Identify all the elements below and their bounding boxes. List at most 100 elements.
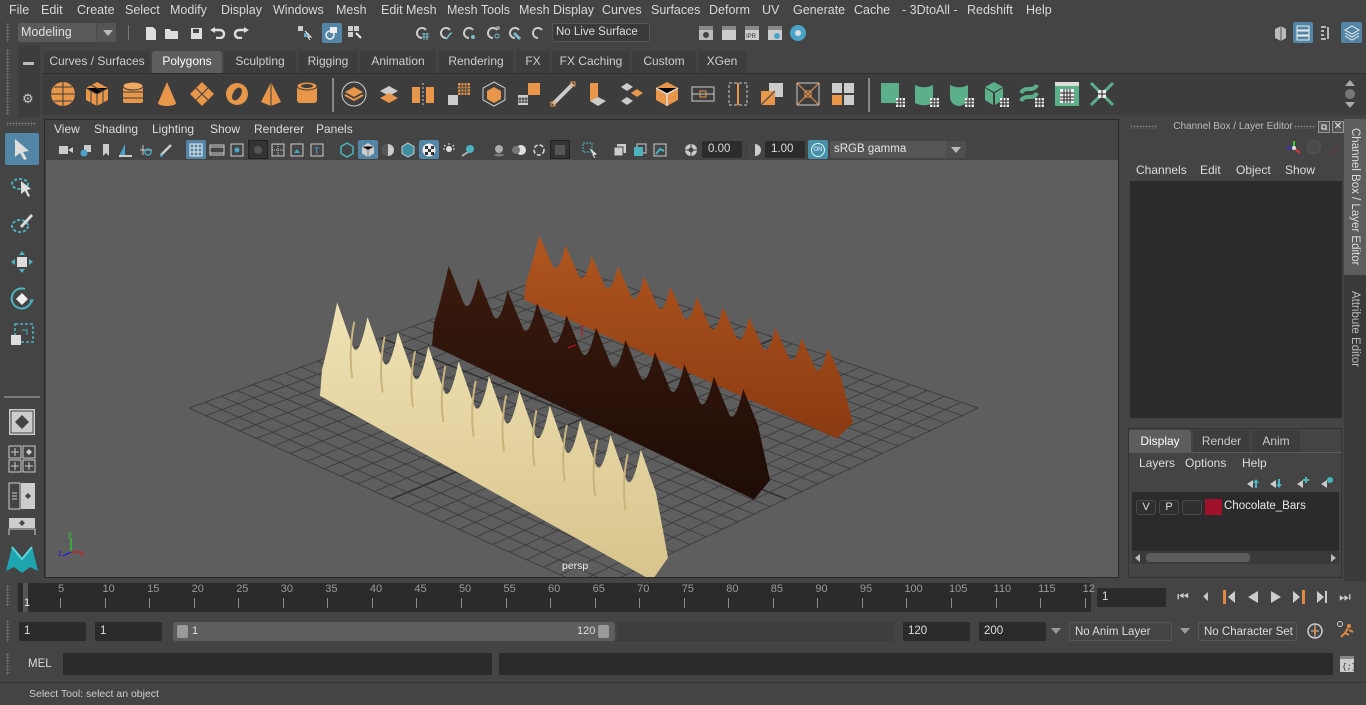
chevron-down-icon[interactable] bbox=[946, 141, 966, 158]
anti-aliasing-icon[interactable] bbox=[530, 141, 548, 159]
single-perspective-layout-icon[interactable] bbox=[5, 406, 39, 438]
reduce-icon[interactable] bbox=[479, 79, 509, 109]
side-tab-attribute-editor[interactable]: Attribute Editor bbox=[1344, 279, 1366, 379]
shelf-tab-custom[interactable]: Custom bbox=[632, 51, 696, 73]
safe-action-icon[interactable] bbox=[288, 141, 306, 159]
collapse-icon[interactable] bbox=[793, 79, 823, 109]
uv-automatic-icon[interactable] bbox=[982, 79, 1012, 109]
menu-windows[interactable]: Windows bbox=[273, 3, 324, 17]
live-surface-field[interactable]: No Live Surface bbox=[552, 23, 650, 42]
menu-create[interactable]: Create bbox=[77, 3, 115, 17]
move-tool-icon[interactable] bbox=[5, 246, 39, 278]
select-component-mode-icon[interactable] bbox=[346, 24, 364, 42]
menu-display[interactable]: Display bbox=[221, 3, 262, 17]
play-forward-icon[interactable] bbox=[1267, 588, 1285, 606]
uv-spherical-icon[interactable] bbox=[947, 79, 977, 109]
layer-name[interactable]: Chocolate_Bars bbox=[1224, 500, 1306, 512]
menu-help[interactable]: Help bbox=[1026, 3, 1052, 17]
edit-menu[interactable]: Edit bbox=[1200, 163, 1221, 177]
toolbar-grip[interactable] bbox=[6, 23, 10, 42]
uv-contour-stretch-icon[interactable] bbox=[1017, 79, 1047, 109]
lasso-tool-icon[interactable] bbox=[5, 171, 39, 203]
panel-grip-right[interactable] bbox=[1294, 125, 1316, 129]
render-view-icon[interactable] bbox=[697, 24, 715, 42]
bookmark-icon[interactable] bbox=[97, 141, 115, 159]
scroll-right-icon[interactable] bbox=[1331, 554, 1336, 562]
layer-tab-render[interactable]: Render bbox=[1193, 430, 1250, 452]
tool-settings-toggle-icon[interactable] bbox=[1318, 24, 1336, 42]
manipulator-sphere-icon[interactable] bbox=[1307, 140, 1321, 154]
two-d-pan-zoom-icon[interactable] bbox=[137, 141, 155, 159]
snap-point-icon[interactable] bbox=[460, 24, 478, 42]
side-tab-channel-box[interactable]: Channel Box / Layer Editor bbox=[1344, 119, 1366, 275]
hypershade-icon[interactable] bbox=[789, 24, 807, 42]
open-scene-icon[interactable] bbox=[163, 24, 181, 42]
help-menu[interactable]: Help bbox=[1242, 456, 1267, 470]
play-backward-icon[interactable] bbox=[1244, 588, 1262, 606]
attribute-editor-toggle-icon[interactable] bbox=[1293, 22, 1313, 43]
wireframe-icon[interactable] bbox=[338, 141, 356, 159]
new-layer-from-selected-icon[interactable] bbox=[1320, 476, 1334, 488]
new-scene-icon[interactable] bbox=[142, 24, 160, 42]
scroll-left-icon[interactable] bbox=[1135, 554, 1140, 562]
multi-cut-icon[interactable] bbox=[688, 79, 718, 109]
playback-end-field[interactable]: 120 bbox=[903, 622, 970, 641]
shelf-tab-animation[interactable]: Animation bbox=[360, 51, 436, 73]
grid-toggle-icon[interactable] bbox=[186, 140, 206, 159]
edge-loop-icon[interactable] bbox=[723, 79, 753, 109]
image-plane-icon[interactable] bbox=[116, 141, 134, 159]
animation-preferences-icon[interactable] bbox=[1334, 620, 1356, 640]
menu-select[interactable]: Select bbox=[125, 3, 160, 17]
toolbox-grip[interactable] bbox=[6, 122, 36, 126]
menu-set-dropdown[interactable]: Modeling bbox=[18, 23, 116, 42]
menu-uv[interactable]: UV bbox=[762, 3, 779, 17]
shelf-menu-dot[interactable] bbox=[1345, 89, 1355, 99]
shelf-tab-rendering[interactable]: Rendering bbox=[438, 51, 514, 73]
menu-redshift[interactable]: Redshift bbox=[967, 3, 1013, 17]
layer-tab-anim[interactable]: Anim bbox=[1252, 430, 1300, 452]
shelf-tab-fx-caching[interactable]: FX Caching bbox=[552, 51, 630, 73]
color-management-toggle[interactable]: ON bbox=[808, 140, 828, 159]
use-all-lights-icon[interactable] bbox=[440, 141, 458, 159]
layer-row[interactable]: V P Chocolate_Bars bbox=[1132, 492, 1339, 522]
persp-graph-layout-icon[interactable] bbox=[5, 517, 39, 535]
move-layer-down-icon[interactable] bbox=[1269, 477, 1283, 489]
chevron-down-icon[interactable] bbox=[96, 23, 116, 42]
modeling-toolkit-icon[interactable] bbox=[1271, 24, 1289, 42]
scroll-down-icon[interactable] bbox=[1345, 102, 1355, 108]
poly-pyramid-icon[interactable] bbox=[256, 79, 286, 109]
extract-icon[interactable] bbox=[514, 79, 544, 109]
combine-icon[interactable] bbox=[339, 79, 369, 109]
menu-cache[interactable]: Cache bbox=[854, 3, 890, 17]
xray-joints-icon[interactable] bbox=[651, 141, 669, 159]
time-slider[interactable]: 1 5 10 15 20 25 30 35 40 45 50 55 60 65 70 75 80 85 90 95 1… bbox=[18, 583, 1095, 612]
poly-cone-icon[interactable] bbox=[152, 79, 182, 109]
xray-icon[interactable] bbox=[611, 141, 629, 159]
layer-visibility-toggle[interactable]: V bbox=[1136, 500, 1156, 515]
shelf-gear-icon[interactable]: ⚙ bbox=[22, 91, 34, 107]
move-layer-up-icon[interactable] bbox=[1246, 477, 1260, 489]
viewport-3d-canvas[interactable]: y x z persp bbox=[46, 160, 1118, 577]
poly-torus-icon[interactable] bbox=[222, 79, 252, 109]
channel-box-toggle-icon[interactable] bbox=[1341, 22, 1362, 43]
shelf-tab-xgen[interactable]: XGen bbox=[698, 51, 746, 73]
go-to-end-icon[interactable]: ⏭ bbox=[1336, 588, 1354, 606]
grease-pencil-icon[interactable] bbox=[157, 141, 175, 159]
redo-icon[interactable] bbox=[232, 24, 250, 42]
exposure-field[interactable]: 0.00 bbox=[702, 141, 742, 158]
manipulator-line-icon[interactable] bbox=[1327, 144, 1341, 157]
camera-attributes-icon[interactable] bbox=[78, 141, 96, 159]
rotate-tool-icon[interactable] bbox=[5, 283, 39, 315]
uv-editor-icon[interactable] bbox=[1052, 79, 1082, 109]
scrollbar-thumb[interactable] bbox=[1146, 553, 1250, 562]
uv-planar-icon[interactable] bbox=[878, 79, 908, 109]
gamma-icon[interactable] bbox=[746, 141, 764, 159]
mirror-icon[interactable] bbox=[408, 79, 438, 109]
paint-select-tool-icon[interactable] bbox=[5, 207, 39, 239]
show-menu[interactable]: Show bbox=[1285, 163, 1315, 177]
character-set-dropdown-icon[interactable] bbox=[1180, 628, 1190, 634]
shelf-tab-rigging[interactable]: Rigging bbox=[298, 51, 358, 73]
uv-cylindrical-icon[interactable] bbox=[912, 79, 942, 109]
textured-icon[interactable] bbox=[419, 140, 439, 159]
step-forward-key-icon[interactable] bbox=[1290, 588, 1308, 606]
